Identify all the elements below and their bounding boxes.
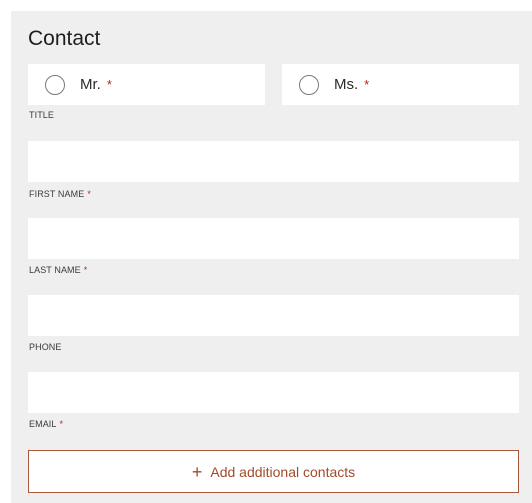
email-field[interactable] <box>28 372 519 413</box>
required-asterisk: * <box>59 419 64 429</box>
required-asterisk: * <box>364 77 370 92</box>
title-option-ms-label: Ms. <box>334 76 359 93</box>
title-label: TITLE <box>29 110 55 120</box>
required-asterisk: * <box>106 77 112 92</box>
radio-button-mr[interactable] <box>45 74 65 95</box>
radio-button-ms[interactable] <box>299 74 319 95</box>
title-option-ms[interactable]: Ms. * <box>282 64 519 105</box>
first-name-field[interactable] <box>28 141 519 182</box>
plus-icon: + <box>191 461 203 482</box>
phone-label: PHONE <box>29 342 62 352</box>
section-title: Contact <box>28 27 101 50</box>
required-asterisk: * <box>83 265 88 275</box>
add-contacts-label: Add additional contacts <box>210 463 356 480</box>
last-name-field[interactable] <box>28 218 519 259</box>
add-additional-contacts-button[interactable]: + Add additional contacts <box>28 450 519 493</box>
first-name-label: FIRST NAME * <box>29 189 91 199</box>
phone-field[interactable] <box>28 295 519 336</box>
title-option-mr[interactable]: Mr. * <box>28 64 265 105</box>
contact-form-panel: Contact Mr. * Ms. * TITLE FIRST NAME * LA… <box>11 11 532 503</box>
title-option-mr-label: Mr. <box>80 76 101 93</box>
required-asterisk: * <box>87 189 91 199</box>
last-name-label: LAST NAME * <box>29 265 88 275</box>
email-label: EMAIL * <box>29 419 64 429</box>
